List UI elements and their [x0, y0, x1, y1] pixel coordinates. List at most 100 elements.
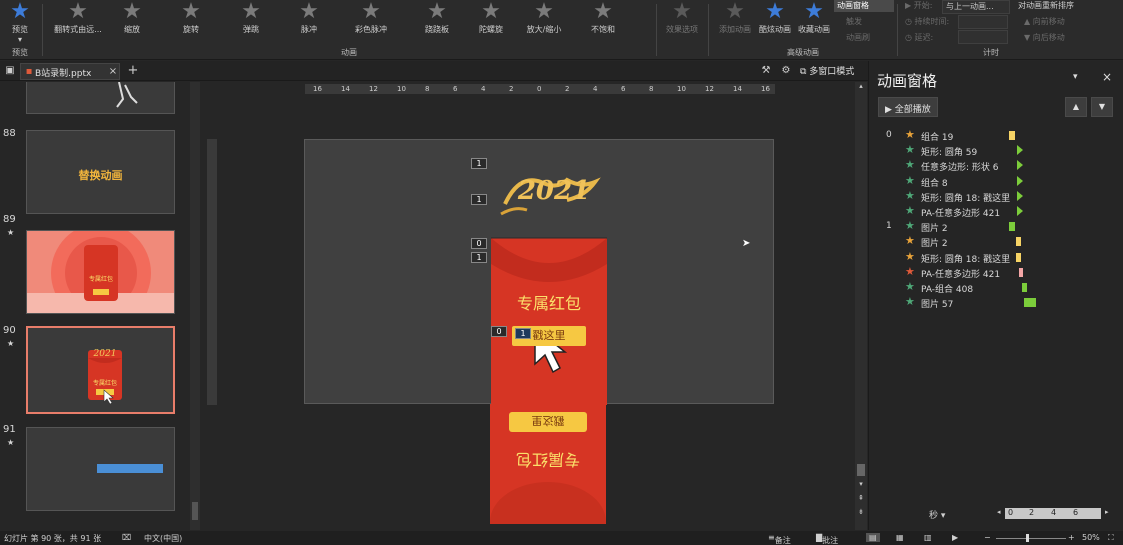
preview-group-label: 预览 [12, 48, 28, 57]
effect-8-button[interactable]: ★ 放大/缩小 [515, 0, 573, 44]
slide-sorter-icon[interactable]: ▦ [896, 533, 904, 542]
effect-0-button[interactable]: ★ 翻转式由远... [49, 0, 107, 44]
scroll-up-icon[interactable]: ▴ [857, 82, 865, 94]
animation-item[interactable]: ★ 组合 8 [869, 174, 1123, 189]
slideshow-icon[interactable]: ▶ [952, 533, 958, 542]
spellcheck-icon[interactable]: ⌧ [122, 533, 131, 542]
notes-button[interactable]: ≡ 备注 [768, 533, 791, 545]
animation-tag[interactable]: 0 [491, 326, 507, 337]
effect-5-button[interactable]: ★ 彩色脉冲 [342, 0, 400, 44]
effect-6-button[interactable]: ★ 跷跷板 [408, 0, 466, 44]
gear-icon[interactable]: ⚙ [780, 65, 792, 77]
timeline-bar-segment[interactable] [1017, 160, 1023, 171]
ruler-tick: 10 [397, 85, 406, 93]
next-slide-icon[interactable]: ⇟ [857, 508, 865, 516]
timeline-bar-segment[interactable] [1016, 237, 1021, 247]
close-tab-icon[interactable]: × [107, 66, 119, 78]
effect-label: 陀螺旋 [479, 25, 503, 34]
play-all-label: 全部播放 [894, 105, 931, 115]
star-icon: ★ [481, 0, 501, 24]
slide-thumbnail-90[interactable]: 2021 专属红包 [26, 326, 175, 414]
comments-button[interactable]: ▇ 批注 [816, 533, 838, 545]
animation-name: PA-组合 408 [921, 285, 974, 295]
timeline-bar-segment[interactable] [1024, 298, 1036, 308]
ruler-tick: 8 [649, 85, 654, 93]
zoom-level[interactable]: 50% [1082, 533, 1100, 542]
effect-2-button[interactable]: ★ 旋转 [162, 0, 220, 44]
timeline-right-icon[interactable]: ▸ [1105, 508, 1109, 516]
animation-tag[interactable]: 1 [515, 328, 531, 339]
effect-7-button[interactable]: ★ 陀螺旋 [462, 0, 520, 44]
move-up-button[interactable]: ▲ [1065, 97, 1087, 117]
ruler-tick: 4 [481, 85, 486, 93]
effect-4-button[interactable]: ★ 脉冲 [280, 0, 338, 44]
normal-view-icon[interactable]: ▤ [866, 533, 880, 542]
star-icon: ★ [672, 0, 692, 24]
tools-icon[interactable]: ⚒ [760, 65, 772, 77]
star-icon: ★ [181, 0, 201, 24]
timeline-bar-segment[interactable] [1016, 252, 1021, 262]
fit-window-icon[interactable]: ⛶ [1108, 533, 1114, 543]
zoom-slider[interactable] [996, 538, 1066, 539]
effect-9-button[interactable]: ★ 不饱和 [574, 0, 632, 44]
slide-thumbnail-88[interactable]: 替换动画 [26, 130, 175, 214]
document-tab[interactable]: ▪ B站录制.pptx × [20, 63, 120, 80]
slide-thumbnail-91[interactable] [26, 427, 175, 511]
animation-item[interactable]: ★ PA-任意多边形 421 [869, 265, 1123, 280]
close-icon[interactable]: × [1102, 70, 1112, 84]
animation-tag[interactable]: 0 [471, 238, 487, 249]
animation-tag[interactable]: 1 [471, 252, 487, 263]
animation-tag[interactable]: 1 [471, 158, 487, 169]
timeline-bar-segment[interactable] [1009, 131, 1015, 140]
star-icon: ★ [122, 0, 142, 24]
animation-name: 组合 19 [921, 133, 954, 143]
timeline-bar-segment[interactable] [1017, 206, 1023, 216]
scroll-down-icon[interactable]: ▾ [857, 480, 865, 488]
seconds-dropdown[interactable]: 秒 ▾ [929, 508, 945, 521]
animation-item[interactable]: ★ 矩形: 圆角 59 [869, 143, 1123, 158]
move-down-button[interactable]: ▼ [1091, 97, 1113, 117]
animation-item[interactable]: ★ PA-组合 408 [869, 280, 1123, 295]
animation-item[interactable]: ★ 图片 2 [869, 234, 1123, 249]
timeline-bar-segment[interactable] [1009, 222, 1015, 232]
timeline-bar-segment[interactable] [1017, 190, 1023, 201]
animation-item[interactable]: ★ 矩形: 圆角 18: 戳这里 [869, 189, 1123, 204]
timeline-bar-segment[interactable] [1017, 175, 1023, 186]
slide-thumbnail-87[interactable] [26, 82, 175, 114]
animation-item[interactable]: 0 ★ 组合 19 [869, 128, 1123, 143]
editor-scrollbar[interactable]: ▴ ▾ ⇞ ⇟ [855, 82, 867, 530]
zoom-out-icon[interactable]: − [984, 533, 991, 542]
play-all-button[interactable]: ▶ 全部播放 [878, 97, 938, 117]
zoom-in-icon[interactable]: + [1068, 533, 1075, 542]
animation-item[interactable]: ★ 图片 57 [869, 295, 1123, 310]
slide-thumbnail-89[interactable]: 专属红包 [26, 230, 175, 314]
animation-item[interactable]: 1 ★ 图片 2 [869, 219, 1123, 234]
timeline-left-icon[interactable]: ◂ [997, 508, 1001, 516]
scrollbar-handle[interactable] [192, 502, 198, 520]
svg-text:专属红包: 专属红包 [516, 450, 580, 469]
timeline-bar-segment[interactable] [1019, 267, 1023, 277]
language-indicator[interactable]: 中文(中国) [144, 533, 182, 544]
animation-item[interactable]: ★ PA-任意多边形 421 [869, 204, 1123, 219]
multi-window-button[interactable]: ⧉ 多窗口模式 [800, 64, 854, 77]
pane-menu-icon[interactable]: ▾ [1073, 72, 1078, 82]
effect-1-button[interactable]: ★ 缩放 [103, 0, 161, 44]
zoom-slider-thumb[interactable] [1026, 534, 1029, 542]
animation-item[interactable]: ★ 任意多边形: 形状 6 [869, 158, 1123, 173]
effect-3-button[interactable]: ★ 弹跳 [222, 0, 280, 44]
thumbnails-scrollbar[interactable] [190, 82, 200, 530]
effect-options-button[interactable]: ★ 效果选项 [656, 0, 708, 44]
app-menu-icon[interactable]: ▣ [4, 65, 16, 77]
timeline-scale[interactable]: 0 2 4 6 [1005, 508, 1101, 519]
ribbon: ★ 预览 ▾ 预览 动画 ★ 翻转式由远... ★ 缩放 ★ 旋转 ★ 弹跳 ★ 脉冲 ★ 彩色脉冲 ★… [0, 0, 1123, 60]
scrollbar-handle[interactable] [857, 464, 865, 476]
animation-item[interactable]: ★ 矩形: 圆角 18: 戳这里 [869, 250, 1123, 265]
ruler-tick: 6 [621, 85, 626, 93]
current-slide[interactable]: 2021 专属红包 戳这里 1 1 0 1 0 1 [304, 139, 774, 405]
timeline-bar-segment[interactable] [1022, 283, 1027, 292]
new-tab-icon[interactable]: + [127, 64, 139, 77]
timeline-bar-segment[interactable] [1017, 145, 1023, 156]
reading-view-icon[interactable]: ▥ [924, 533, 932, 542]
previous-slide-icon[interactable]: ⇞ [857, 494, 865, 502]
animation-tag[interactable]: 1 [471, 194, 487, 205]
